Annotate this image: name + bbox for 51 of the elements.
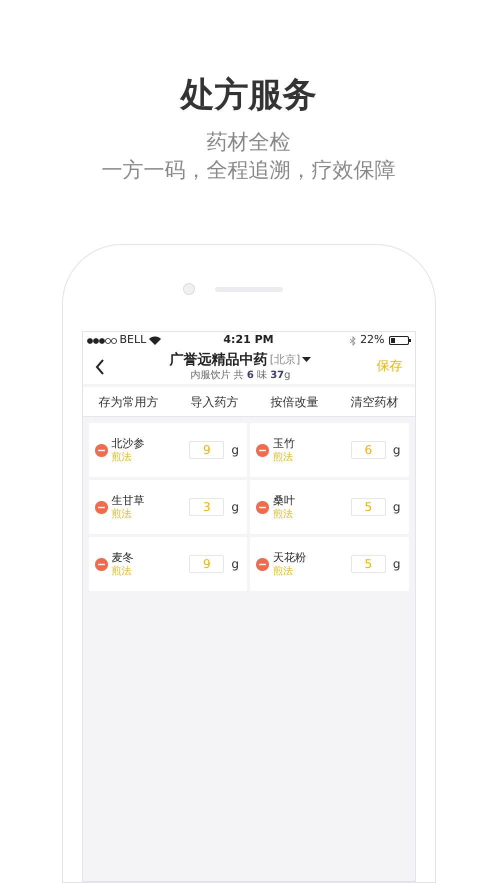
region-selector[interactable]: [北京]	[270, 352, 300, 368]
decoction-method[interactable]: 煎法	[273, 565, 351, 578]
herb-name: 玉竹	[273, 436, 296, 451]
battery-percent: 22%	[360, 332, 385, 348]
remove-icon[interactable]	[256, 500, 269, 514]
unit-label: g	[231, 556, 239, 573]
decoction-method[interactable]: 煎法	[112, 451, 190, 464]
unit-label: g	[231, 442, 239, 459]
remove-icon[interactable]	[256, 558, 269, 570]
herb-name: 桑叶	[273, 493, 296, 508]
headline: 处方服务	[180, 74, 316, 117]
save-button[interactable]: 保存	[376, 356, 402, 376]
clock-time: 4:21 PM	[223, 332, 274, 348]
toolbar-action[interactable]: 导入药方	[190, 392, 238, 410]
decoction-method[interactable]: 煎法	[112, 508, 190, 521]
toolbar-action[interactable]: 存为常用方	[98, 392, 158, 410]
bluetooth-icon	[350, 336, 356, 346]
amount-field[interactable]: 9	[189, 555, 224, 573]
battery-icon	[388, 336, 411, 345]
decoction-method[interactable]: 煎法	[273, 451, 351, 464]
remove-icon[interactable]	[94, 444, 108, 456]
subtitle: 药材全检	[206, 129, 290, 156]
wifi-icon	[149, 336, 162, 345]
decoction-method[interactable]: 煎法	[112, 565, 190, 578]
remove-icon[interactable]	[94, 500, 108, 514]
carrier-name: BELL	[120, 332, 146, 348]
toolbar-action[interactable]: 按倍改量	[270, 392, 318, 410]
remove-icon[interactable]	[94, 558, 108, 570]
herb-summary: 内服饮片 共 6 味 37g	[190, 368, 290, 382]
toolbar-action[interactable]: 清空药材	[350, 392, 398, 410]
signal-icon	[86, 338, 116, 344]
amount-field[interactable]: 3	[189, 498, 224, 516]
camera-icon	[182, 283, 194, 295]
shop-title: 广誉远精品中药	[170, 352, 268, 368]
subtitle: 一方一码，全程追溯，疗效保障	[102, 157, 396, 184]
dropdown-caret-icon[interactable]	[302, 357, 312, 363]
amount-field[interactable]: 5	[350, 555, 386, 573]
unit-label: g	[392, 499, 400, 516]
unit-label: g	[392, 442, 400, 459]
herb-name: 北沙参	[112, 436, 146, 451]
herb-name: 麦冬	[112, 550, 134, 565]
unit-label: g	[231, 499, 239, 516]
amount-field[interactable]: 5	[350, 498, 386, 516]
amount-field[interactable]: 6	[350, 441, 386, 459]
remove-icon[interactable]	[256, 444, 269, 456]
back-icon[interactable]	[94, 358, 104, 374]
decoction-method[interactable]: 煎法	[273, 508, 351, 521]
unit-label: g	[392, 556, 400, 573]
amount-field[interactable]: 9	[189, 441, 224, 459]
herb-name: 生甘草	[112, 493, 146, 508]
herb-name: 天花粉	[273, 550, 307, 565]
